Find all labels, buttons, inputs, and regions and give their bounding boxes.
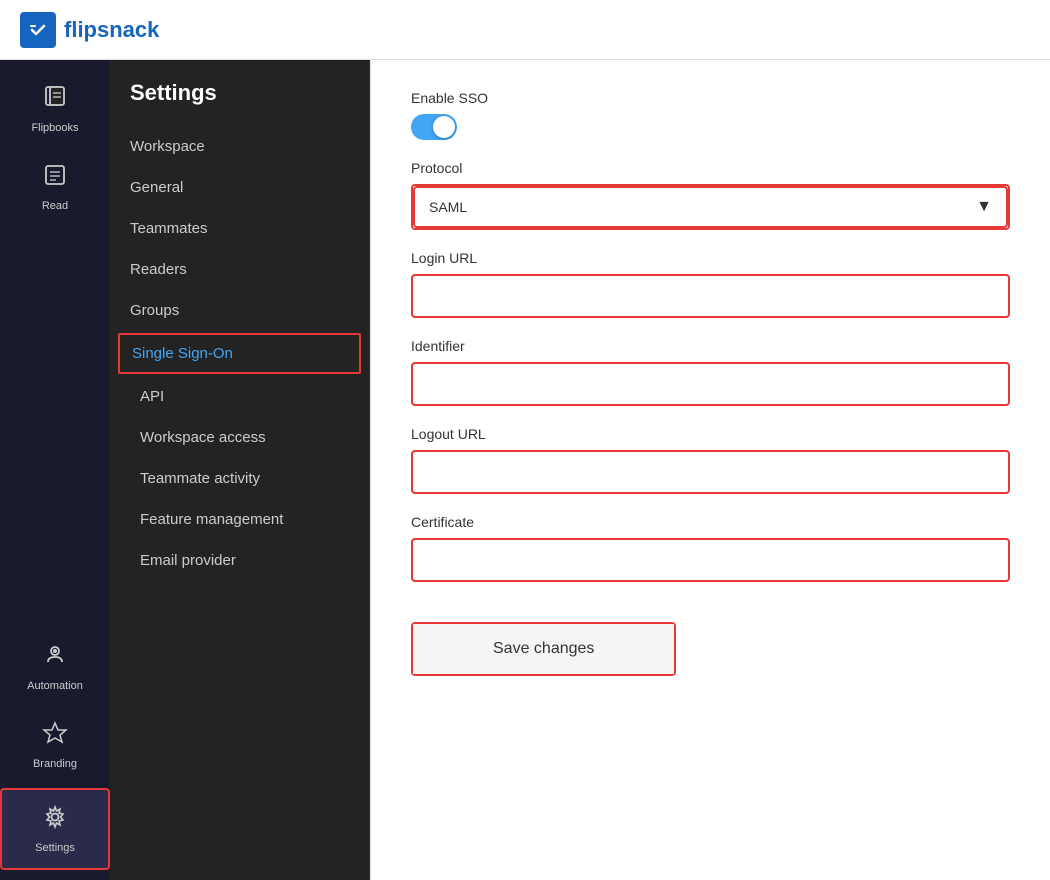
login-url-input[interactable] (413, 276, 1008, 316)
read-icon (42, 162, 68, 194)
branding-icon (42, 720, 68, 752)
automation-label: Automation (27, 680, 83, 692)
sidebar-item-feature-management[interactable]: Feature management (110, 499, 369, 540)
logout-url-input[interactable] (413, 452, 1008, 492)
login-url-label: Login URL (411, 250, 1010, 266)
certificate-section: Certificate (411, 514, 1010, 582)
sidebar-item-workspace[interactable]: Workspace (110, 126, 369, 167)
logo-icon (20, 12, 56, 48)
enable-sso-section: Enable SSO (411, 90, 1010, 140)
settings-icon (42, 804, 68, 836)
logo-text: flipsnack (64, 17, 159, 43)
sidebar-item-general[interactable]: General (110, 167, 369, 208)
read-label: Read (42, 200, 68, 212)
logout-url-field-wrapper (411, 450, 1010, 494)
sidebar-item-email-provider[interactable]: Email provider (110, 540, 369, 581)
toggle-track (411, 114, 457, 140)
sidebar-item-read[interactable]: Read (0, 148, 110, 226)
protocol-selected-value: SAML (429, 199, 467, 215)
identifier-section: Identifier (411, 338, 1010, 406)
sidebar-title: Settings (110, 80, 369, 126)
flipbooks-label: Flipbooks (31, 122, 78, 134)
identifier-input[interactable] (413, 364, 1008, 404)
identifier-label: Identifier (411, 338, 1010, 354)
sidebar-item-workspace-access[interactable]: Workspace access (110, 417, 369, 458)
protocol-dropdown-arrow: ▼ (976, 198, 992, 216)
content-area: Enable SSO Protocol SAML ▼ Login URL (371, 60, 1050, 880)
settings-sidebar: Settings Workspace General Teammates Rea… (110, 60, 370, 880)
sso-toggle[interactable] (411, 114, 1010, 140)
certificate-input[interactable] (413, 540, 1008, 580)
flipbooks-icon (42, 84, 68, 116)
toggle-thumb (433, 116, 455, 138)
protocol-select[interactable]: SAML ▼ (413, 186, 1008, 228)
protocol-select-wrapper[interactable]: SAML ▼ (411, 184, 1010, 230)
settings-label: Settings (35, 842, 75, 854)
sidebar-item-sso[interactable]: Single Sign-On (118, 333, 361, 374)
certificate-label: Certificate (411, 514, 1010, 530)
certificate-field-wrapper (411, 538, 1010, 582)
main-layout: Flipbooks Read Automat (0, 60, 1050, 880)
sidebar-item-teammate-activity[interactable]: Teammate activity (110, 458, 369, 499)
logout-url-label: Logout URL (411, 426, 1010, 442)
sidebar-item-settings[interactable]: Settings (0, 788, 110, 870)
enable-sso-label: Enable SSO (411, 90, 1010, 106)
sidebar-item-flipbooks[interactable]: Flipbooks (0, 70, 110, 148)
sidebar-item-teammates[interactable]: Teammates (110, 208, 369, 249)
save-button-wrapper: Save changes (411, 622, 676, 676)
branding-label: Branding (33, 758, 77, 770)
sidebar-item-branding[interactable]: Branding (0, 706, 110, 784)
logout-url-section: Logout URL (411, 426, 1010, 494)
app-header: flipsnack (0, 0, 1050, 60)
sso-toggle-switch[interactable] (411, 114, 457, 140)
sidebar-item-groups[interactable]: Groups (110, 290, 369, 331)
identifier-field-wrapper (411, 362, 1010, 406)
sidebar-item-readers[interactable]: Readers (110, 249, 369, 290)
login-url-section: Login URL (411, 250, 1010, 318)
protocol-label: Protocol (411, 160, 1010, 176)
save-changes-button[interactable]: Save changes (413, 624, 674, 674)
protocol-section: Protocol SAML ▼ (411, 160, 1010, 230)
sidebar-item-automation[interactable]: Automation (0, 628, 110, 706)
sidebar-item-api[interactable]: API (110, 376, 369, 417)
left-nav: Flipbooks Read Automat (0, 60, 110, 880)
automation-icon (42, 642, 68, 674)
logo: flipsnack (20, 12, 159, 48)
login-url-field-wrapper (411, 274, 1010, 318)
